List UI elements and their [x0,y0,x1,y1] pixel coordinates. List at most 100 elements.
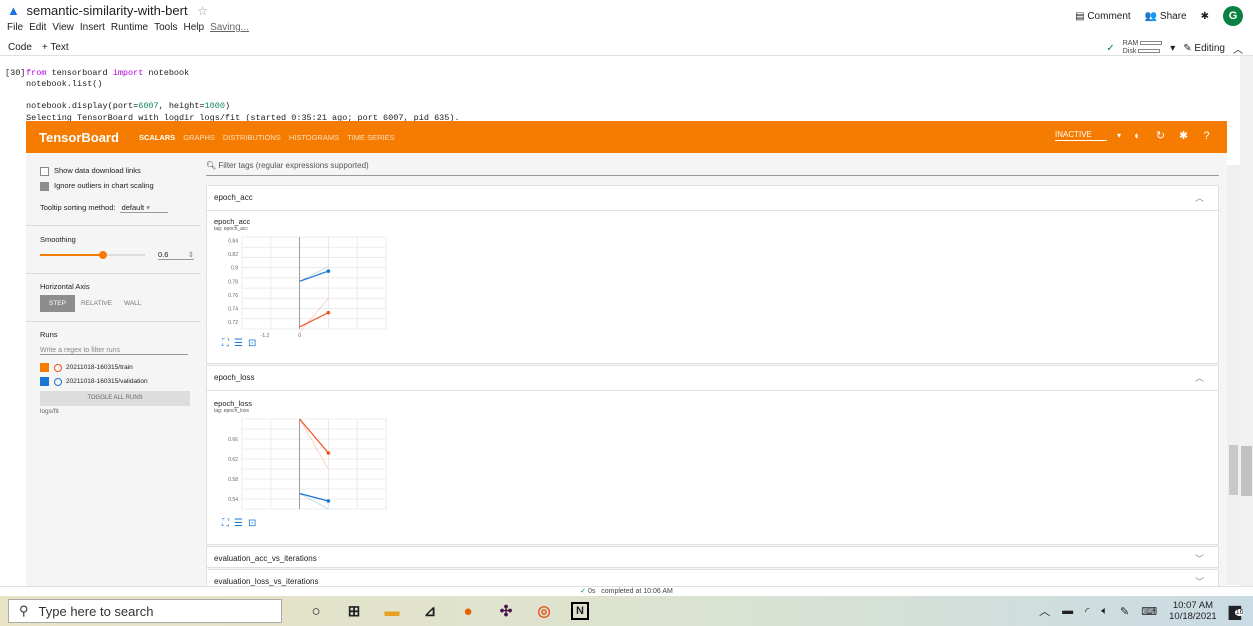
taskbar-search-input[interactable]: ⚲ Type here to search [8,599,282,623]
refresh-icon[interactable]: ↻ [1154,129,1167,142]
section-header[interactable]: epoch_loss [214,373,254,382]
cortana-icon[interactable]: ○ [305,601,327,621]
run-validation-color-icon[interactable] [54,377,62,386]
battery-icon[interactable]: ▬ [1062,605,1073,617]
chart-card-epoch-acc: epoch_acc tag: epoch_acc 0.84 0.82 0.8 0.78… [214,217,394,349]
horizontal-axis-label: Horizontal Axis [40,282,90,291]
menu-help[interactable]: Help [183,22,204,33]
sidebar: Show data download links Ignore outliers… [26,153,201,586]
chevron-up-icon[interactable]: ︿ [1233,41,1243,56]
add-text-button[interactable]: + Text [42,42,69,53]
section-header[interactable]: evaluation_acc_vs_iterations [214,554,317,563]
gear-icon[interactable]: ✱ [1201,11,1209,22]
epoch-loss-chart[interactable]: 0.66 0.62 0.58 0.54 [214,415,394,513]
data-table-icon[interactable]: ☰ [234,338,243,349]
fit-domain-icon[interactable]: ⊡ [248,338,256,349]
terminal-icon[interactable]: ⊿ [419,601,441,621]
chart-card-epoch-loss: epoch_loss tag: epoch_loss 0.66 0.62 0.58 0… [214,399,394,529]
chart-controls: ⛶ ☰ ⊡ [222,338,256,349]
haxis-wall-button[interactable]: WALL [118,295,147,312]
pen-icon[interactable]: ✎ [1120,605,1129,618]
y-tick-label: 0.66 [228,437,238,443]
run-train-color-icon[interactable] [54,363,62,372]
check-icon: ✓ [1106,42,1115,54]
menu-file[interactable]: File [7,22,23,33]
menu-edit[interactable]: Edit [29,22,46,33]
editing-button[interactable]: ✎ Editing [1183,43,1225,54]
theme-icon[interactable]: ◐ [1131,129,1144,142]
tab-histograms[interactable]: HISTOGRAMS [289,133,339,142]
run-train[interactable]: 20211018-160315/train [40,363,133,372]
run-train-checkbox[interactable] [40,363,49,372]
runs-filter-input[interactable]: Write a regex to filter runs [40,347,188,355]
section-header[interactable]: evaluation_loss_vs_iterations [214,577,319,586]
run-validation-checkbox[interactable] [40,377,49,386]
notebook-scrollbar[interactable] [1240,56,1253,586]
firefox-icon[interactable]: ● [457,601,479,621]
notebook-title[interactable]: semantic-similarity-with-bert [27,3,188,18]
add-code-button[interactable]: Code [8,42,32,53]
star-icon[interactable]: ☆ [197,4,208,18]
toggle-all-runs-button[interactable]: TOGGLE ALL RUNS [40,391,190,406]
chevron-down-icon[interactable]: ▾ [1170,43,1175,54]
chevron-down-icon[interactable]: ▾ [1117,131,1121,140]
fullscreen-icon[interactable]: ⛶ [222,518,229,529]
avatar[interactable]: G [1223,6,1243,26]
volume-icon[interactable]: 🔈︎ [1101,605,1108,618]
haxis-relative-button[interactable]: RELATIVE [75,295,118,312]
smoothing-slider-handle[interactable] [99,251,107,259]
chevron-down-icon[interactable]: ﹀ [1195,575,1204,586]
comment-button[interactable]: ▤ Comment [1075,11,1131,22]
menu-runtime[interactable]: Runtime [111,22,148,33]
haxis-step-button[interactable]: STEP [40,295,75,312]
tab-time-series[interactable]: TIME SERIES [347,133,395,142]
slack-icon[interactable]: ✣ [495,601,517,621]
epoch-acc-chart[interactable]: 0.84 0.82 0.8 0.78 0.76 0.74 0.72 -1.2 0 [214,233,394,341]
tensorboard-scrollbar[interactable] [1227,165,1240,585]
smoothing-input[interactable]: 0.6 ⇕ [158,250,194,260]
settings-icon[interactable]: ✱ [1177,129,1190,142]
series-end-point [326,310,331,315]
cell-source[interactable]: from tensorboard import notebook noteboo… [26,68,230,112]
chevron-up-icon[interactable]: ︿ [1195,191,1204,204]
run-validation[interactable]: 20211018-160315/validation [40,377,148,386]
chevron-up-icon[interactable]: ︿ [1195,371,1204,384]
series-raw-line [299,418,329,470]
notification-icon[interactable]: ▆16 [1229,601,1245,621]
share-button[interactable]: 👥 Share [1145,11,1187,22]
cell-execution-count: [30] [5,68,26,78]
data-table-icon[interactable]: ☰ [234,518,243,529]
section-evaluation-loss: evaluation_loss_vs_iterations ﹀ [206,569,1219,586]
smoothing-slider-track[interactable] [40,251,145,259]
notion-icon[interactable]: N [571,602,589,620]
tab-graphs[interactable]: GRAPHS [183,133,215,142]
chevron-down-icon[interactable]: ﹀ [1195,552,1204,565]
menu-view[interactable]: View [52,22,74,33]
section-header[interactable]: epoch_acc [214,193,253,202]
keyboard-icon[interactable]: ⌨ [1141,605,1157,618]
clock[interactable]: 10:07 AM 10/18/2021 [1169,600,1217,622]
tab-scalars[interactable]: SCALARS [139,133,175,142]
ram-disk-indicator[interactable]: RAM Disk [1123,40,1163,56]
tooltip-sorting-select[interactable]: default ▾ [119,203,168,213]
file-explorer-icon[interactable]: ▬ [381,601,403,621]
ignore-outliers-checkbox[interactable]: Ignore outliers in chart scaling [40,181,154,191]
fullscreen-icon[interactable]: ⛶ [222,338,229,349]
fit-domain-icon[interactable]: ⊡ [248,518,256,529]
task-view-icon[interactable]: ⊞ [343,601,365,621]
help-icon[interactable]: ? [1200,129,1213,142]
ubuntu-icon[interactable]: ◎ [533,601,555,621]
series-raw-line [299,493,329,510]
show-download-checkbox[interactable]: Show data download links [40,166,141,176]
logdir-label: logs/fit [40,408,59,415]
menu-tools[interactable]: Tools [154,22,177,33]
menu-insert[interactable]: Insert [80,22,105,33]
series-end-point [326,499,331,503]
wifi-icon[interactable]: ◜ [1085,605,1089,618]
notebook-toolbar: Code + Text ✓ RAM Disk ▾ ✎ Editing ︿ [0,38,1253,56]
tensorboard-body: Show data download links Ignore outliers… [26,153,1227,586]
chevron-up-icon[interactable]: ︿ [1039,603,1050,619]
tab-distributions[interactable]: DISTRIBUTIONS [223,133,281,142]
tag-filter-input[interactable]: 🔍︎ Filter tags (regular expressions supp… [206,161,1219,176]
plugin-select[interactable]: INACTIVE [1054,130,1107,141]
